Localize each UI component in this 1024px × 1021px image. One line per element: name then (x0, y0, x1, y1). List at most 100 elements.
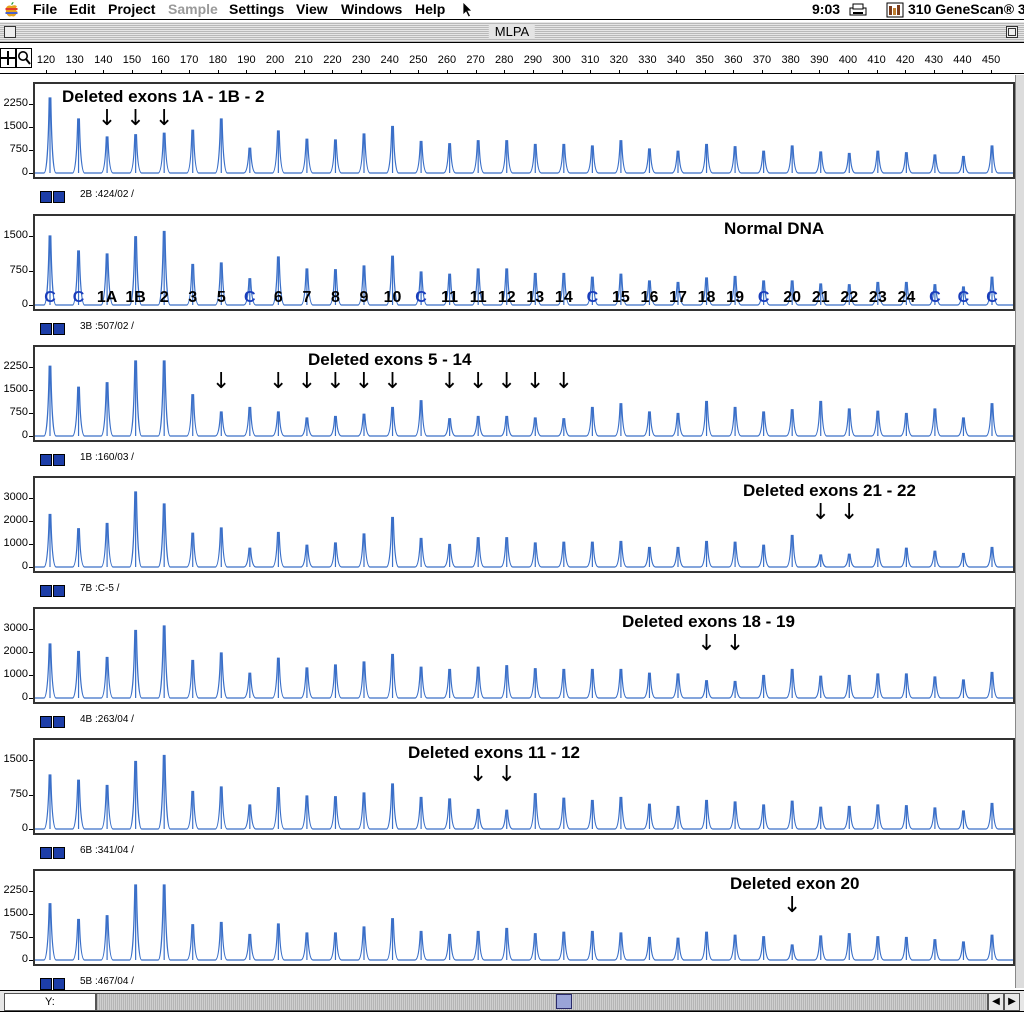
exon-label: 12 (497, 289, 516, 306)
menu-bar: File Edit Project Sample Settings View W… (0, 0, 1024, 20)
ruler-tick-label: 140 (94, 54, 113, 66)
ruler-tick-mark (217, 70, 219, 74)
ruler-tick-label: 310 (580, 54, 600, 66)
ruler-tick-label: 330 (638, 54, 657, 66)
ruler-tick-label: 240 (380, 54, 399, 66)
ruler-tick-mark (389, 70, 391, 74)
y-axis-tick-mark (29, 436, 33, 437)
electropherogram-panel[interactable] (33, 869, 1015, 966)
exon-label: 1B (125, 289, 146, 306)
window-title-bar[interactable]: MLPA (0, 22, 1024, 43)
zoom-box-icon[interactable] (1006, 26, 1018, 38)
y-axis-tick-mark (29, 305, 33, 306)
y-axis-tick-label: 750 (9, 406, 28, 418)
y-axis-tick-mark (29, 413, 33, 414)
dye-color-boxes-icon[interactable] (40, 977, 66, 990)
menu-project[interactable]: Project (108, 1, 155, 17)
dye-color-boxes-icon[interactable] (40, 190, 66, 203)
trace-line (35, 360, 1013, 437)
printer-icon[interactable] (849, 3, 867, 17)
y-axis-tick-label: 0 (21, 429, 28, 441)
trace-line (35, 754, 1013, 830)
zoom-tool[interactable] (16, 48, 32, 68)
electropherogram-panel[interactable] (33, 345, 1015, 442)
exon-label: 18 (697, 289, 716, 306)
y-axis-tick-mark (29, 104, 33, 105)
y-axis-tick-label: 750 (9, 787, 28, 800)
menu-file[interactable]: File (33, 1, 57, 17)
y-axis-tick-mark (29, 150, 33, 151)
electropherogram-panel[interactable] (33, 607, 1015, 704)
ruler-tick-label: 390 (810, 54, 829, 66)
scroll-thumb[interactable] (556, 994, 572, 1009)
ruler-tick-mark (475, 70, 477, 74)
ruler-tick-label: 430 (924, 54, 944, 66)
y-axis-tick-mark (29, 698, 33, 699)
menu-view[interactable]: View (296, 1, 328, 17)
panel-annotation: Deleted exons 11 - 12 (408, 743, 580, 762)
dye-color-boxes-icon[interactable] (40, 584, 66, 597)
deletion-arrow-icon: ↓ (126, 106, 145, 131)
dye-color-boxes-icon[interactable] (40, 322, 66, 335)
ruler-tick-label: 180 (208, 54, 228, 66)
dye-color-boxes-icon[interactable] (40, 715, 66, 728)
y-axis-tick-label: 2000 (3, 645, 28, 657)
menu-edit[interactable]: Edit (69, 1, 95, 17)
ruler-tick-label: 400 (838, 54, 858, 66)
deletion-arrow-icon: ↓ (497, 369, 516, 394)
y-axis-tick-label: 750 (9, 143, 28, 155)
deletion-arrow-icon: ↓ (782, 893, 802, 918)
ruler-tick-label: 410 (867, 54, 886, 66)
scroll-left-button[interactable]: ◀ (988, 993, 1004, 1011)
exon-label: 17 (669, 289, 687, 306)
deletion-arrow-icon: ↓ (468, 762, 488, 787)
electropherogram-panel[interactable] (33, 214, 1015, 311)
trace-plot (35, 884, 1013, 961)
sample-id-label: 4B :263/04 / (80, 714, 134, 725)
sample-id-label: 7B :C-5 / (80, 583, 120, 594)
menu-windows[interactable]: Windows (341, 1, 402, 17)
ruler-tick-mark (733, 70, 735, 74)
ruler-tick-mark (332, 70, 334, 74)
ruler-tick-label: 380 (781, 54, 800, 66)
genescan-app-icon[interactable] (886, 2, 904, 18)
exon-label: 11 (469, 289, 487, 306)
deletion-arrow-icon: ↓ (840, 500, 859, 525)
ruler-tick-mark (618, 70, 620, 74)
menu-settings[interactable]: Settings (229, 1, 284, 17)
control-probe-label: C (986, 289, 998, 306)
status-bar: Y: ◀ ▶ (0, 990, 1024, 1012)
ruler-tick-mark (246, 70, 248, 74)
scroll-right-button[interactable]: ▶ (1004, 993, 1020, 1011)
deletion-arrow-icon: ↓ (383, 369, 402, 394)
ruler-tick-label: 360 (724, 54, 743, 66)
ruler-tick-mark (189, 70, 191, 74)
dye-color-boxes-icon[interactable] (40, 453, 66, 466)
y-axis-tick-label: 0 (21, 953, 28, 965)
exon-label: 22 (840, 289, 859, 306)
apple-menu-icon[interactable] (5, 2, 18, 17)
y-readout-label: Y: (45, 996, 55, 1008)
window-title: MLPA (488, 24, 536, 39)
trace-line (35, 97, 1013, 174)
trace-line (35, 884, 1013, 961)
close-box-icon[interactable] (4, 26, 16, 38)
menu-help[interactable]: Help (415, 1, 445, 17)
y-axis-tick-mark (29, 173, 33, 174)
deletion-arrow-icon: ↓ (468, 369, 488, 394)
ruler-tick-mark (46, 70, 47, 74)
exon-label: 15 (612, 289, 630, 306)
ruler-tick-label: 130 (65, 54, 84, 66)
y-axis-tick-label: 2250 (3, 97, 28, 109)
ruler-tick-label: 280 (495, 54, 514, 66)
crosshair-tool[interactable] (0, 48, 16, 68)
dye-color-boxes-icon[interactable] (40, 846, 66, 859)
sample-id-label: 2B :424/02 / (80, 189, 134, 200)
y-axis-tick-mark (29, 270, 33, 272)
horizontal-scrollbar[interactable] (96, 993, 988, 1011)
exon-label: 20 (783, 289, 802, 306)
ruler-tick-label: 270 (466, 54, 485, 66)
menu-sample[interactable]: Sample (168, 1, 218, 17)
ruler-tick-mark (131, 70, 133, 74)
y-axis-tick-mark (29, 794, 33, 796)
